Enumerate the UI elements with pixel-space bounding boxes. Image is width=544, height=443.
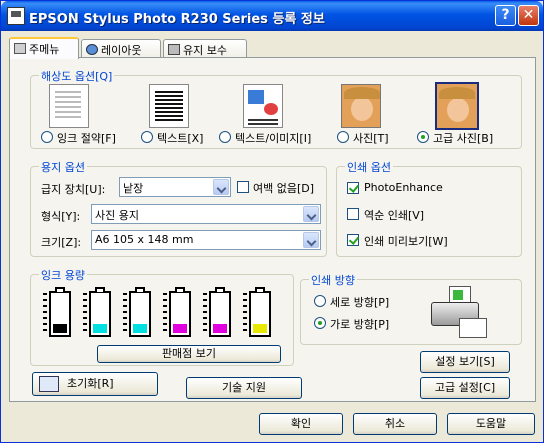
ink-levels-title: 잉크 용량 <box>39 267 87 283</box>
paper-size-select[interactable]: A6 105 x 148 mm <box>91 230 321 250</box>
orientation-group: 인쇄 방향 세로 방향[P] 가로 방향[P] <box>300 272 522 345</box>
printer-orientation-icon <box>429 286 489 342</box>
portrait-label: 세로 방향[P] <box>330 296 390 309</box>
window-title: EPSON Stylus Photo R230 Series 등록 정보 <box>29 12 325 27</box>
photo-icon[interactable] <box>341 84 381 128</box>
reset-button-label: 초기화[R] <box>67 377 114 390</box>
ink-scale <box>203 293 207 333</box>
document-image-icon[interactable] <box>243 84 283 128</box>
tab-maintenance-label: 유지 보수 <box>183 44 227 57</box>
show-settings-button[interactable]: 설정 보기[S] <box>420 351 510 373</box>
radio-text-image[interactable] <box>219 131 231 143</box>
photoenhance-checkbox[interactable] <box>347 182 359 194</box>
advanced-button[interactable]: 고급 설정[C] <box>420 377 510 399</box>
radio-ink-save[interactable] <box>41 131 53 143</box>
ink-scale <box>243 293 247 333</box>
paper-source-label: 급지 장치[U]: <box>41 183 106 196</box>
radio-photo-label: 사진[T] <box>353 132 389 145</box>
ink-cyan <box>89 287 111 337</box>
ink-light-magenta <box>209 287 231 337</box>
print-preview-checkbox[interactable] <box>347 234 359 246</box>
landscape-label: 가로 방향[P] <box>330 318 390 331</box>
chevron-down-icon <box>303 232 319 248</box>
ink-magenta <box>169 287 191 337</box>
paper-options-group: 용지 옵션 급지 장치[U]: 낱장 여백 없음[D] 형식[Y]: 사진 용지… <box>30 159 327 257</box>
ok-button[interactable]: 확인 <box>259 413 343 435</box>
main-tab-panel: 해상도 옵션[Q] 잉크 절약[F] 텍스트[X] 텍스트/이미지[I] 사진[… <box>9 57 536 402</box>
tab-maintenance[interactable]: 유지 보수 <box>163 39 247 58</box>
paper-source-value: 낱장 <box>123 182 144 195</box>
paper-options-title: 용지 옵션 <box>39 159 87 175</box>
close-button[interactable]: ✕ <box>518 5 539 26</box>
ink-scale <box>163 293 167 333</box>
printer-icon <box>7 7 25 25</box>
radio-photo[interactable] <box>337 131 349 143</box>
paper-size-value: A6 105 x 148 mm <box>95 233 194 246</box>
borderless-label: 여백 없음[D] <box>253 182 315 195</box>
paper-type-select[interactable]: 사진 용지 <box>91 204 321 224</box>
dealer-button[interactable]: 판매점 보기 <box>97 345 281 363</box>
maintenance-icon <box>168 44 180 55</box>
tab-layout-label: 레이아웃 <box>101 44 142 57</box>
reset-icon <box>39 376 59 392</box>
print-options-group: 인쇄 옵션 PhotoEnhance 역순 인쇄[V] 인쇄 미리보기[W] <box>336 159 522 257</box>
radio-best-photo[interactable] <box>417 131 429 143</box>
radio-text-image-label: 텍스트/이미지[I] <box>235 132 312 145</box>
document-plain-icon[interactable] <box>49 84 89 128</box>
reset-button[interactable]: 초기화[R] <box>32 372 158 396</box>
ink-light-cyan <box>129 287 151 337</box>
borderless-checkbox[interactable] <box>237 181 249 193</box>
radio-portrait[interactable] <box>314 295 326 307</box>
ink-levels-group: 잉크 용량 판매점 보기 <box>30 267 294 366</box>
ink-black <box>49 287 71 337</box>
paper-size-label: 크기[Z]: <box>41 236 82 249</box>
radio-text-label: 텍스트[X] <box>157 132 204 145</box>
print-preview-label: 인쇄 미리보기[W] <box>364 235 448 248</box>
layout-icon <box>86 44 98 55</box>
paper-type-label: 형식[Y]: <box>41 210 81 223</box>
cancel-button[interactable]: 취소 <box>353 413 437 435</box>
paper-source-select[interactable]: 낱장 <box>119 177 231 197</box>
title-bar[interactable]: EPSON Stylus Photo R230 Series 등록 정보 ? ✕ <box>1 1 543 31</box>
tab-layout[interactable]: 레이아웃 <box>81 39 161 58</box>
resolution-group-title: 해상도 옵션[Q] <box>39 68 115 84</box>
radio-ink-save-label: 잉크 절약[F] <box>57 132 116 145</box>
radio-best-photo-label: 고급 사진[B] <box>433 132 494 145</box>
photoenhance-label: PhotoEnhance <box>364 181 443 194</box>
radio-landscape[interactable] <box>314 317 326 329</box>
printer-icon <box>14 43 26 54</box>
chevron-down-icon <box>213 179 229 195</box>
tab-main-label: 주메뉴 <box>29 43 60 56</box>
paper-type-value: 사진 용지 <box>95 209 139 222</box>
ink-scale <box>43 293 47 333</box>
ink-yellow <box>249 287 271 337</box>
ink-scale <box>123 293 127 333</box>
properties-window: EPSON Stylus Photo R230 Series 등록 정보 ? ✕… <box>0 0 544 443</box>
print-options-title: 인쇄 옵션 <box>345 159 393 175</box>
photo-best-icon[interactable] <box>435 82 479 130</box>
tab-main[interactable]: 주메뉴 <box>9 37 79 59</box>
help-button[interactable]: 도움말 <box>447 413 535 435</box>
resolution-group: 해상도 옵션[Q] 잉크 절약[F] 텍스트[X] 텍스트/이미지[I] 사진[… <box>30 68 522 149</box>
help-title-button[interactable]: ? <box>495 5 516 26</box>
document-text-icon[interactable] <box>149 84 189 128</box>
chevron-down-icon <box>303 206 319 222</box>
radio-text[interactable] <box>141 131 153 143</box>
reverse-order-label: 역순 인쇄[V] <box>364 209 425 222</box>
reverse-order-checkbox[interactable] <box>347 208 359 220</box>
tech-support-button[interactable]: 기술 지원 <box>186 377 302 399</box>
ink-scale <box>83 293 87 333</box>
orientation-title: 인쇄 방향 <box>309 272 357 288</box>
